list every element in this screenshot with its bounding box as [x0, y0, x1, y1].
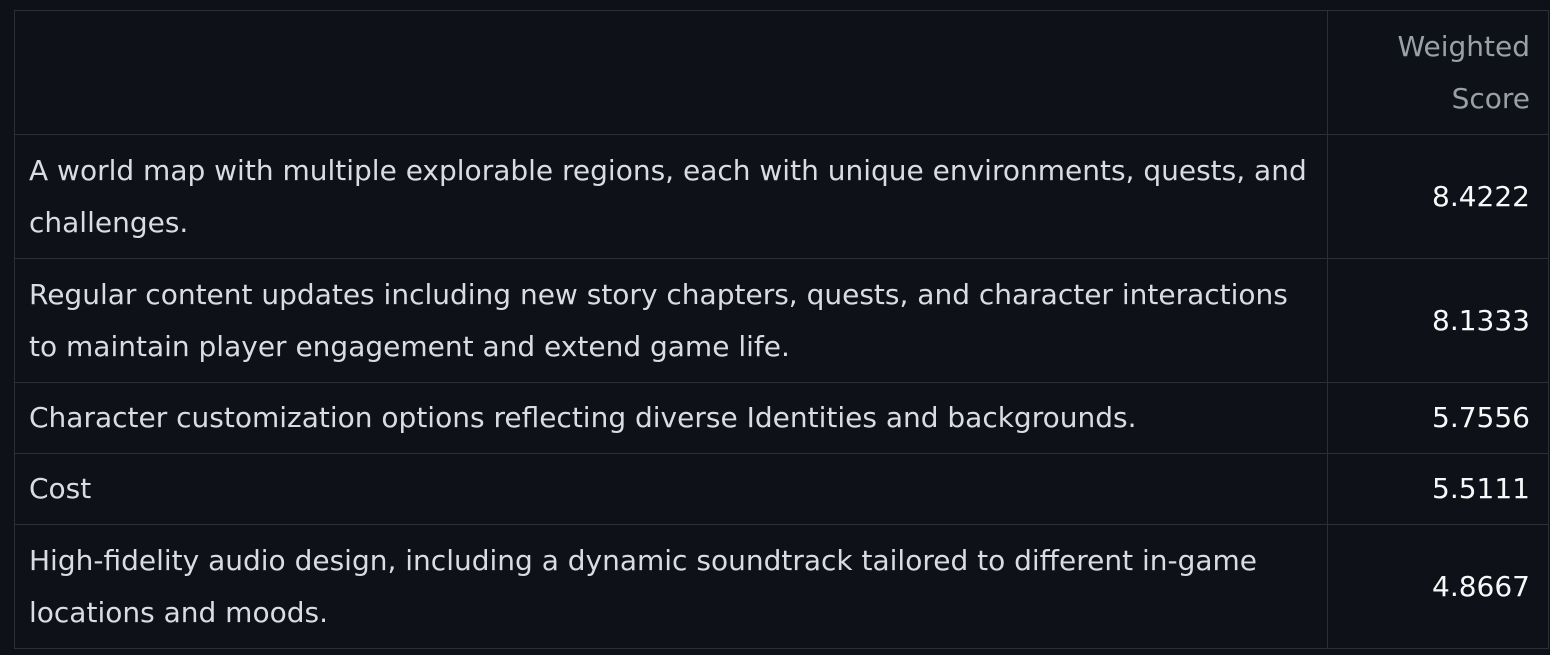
- row-label[interactable]: High-fidelity audio design, including a …: [14, 524, 1328, 649]
- row-score[interactable]: 5.5111: [1327, 453, 1549, 525]
- table-row: Cost 5.5111: [14, 453, 1549, 525]
- row-label[interactable]: A world map with multiple explorable reg…: [14, 134, 1328, 259]
- row-label[interactable]: Character customization options reflecti…: [14, 382, 1328, 454]
- table-row: High-fidelity audio design, including a …: [14, 524, 1549, 649]
- row-score[interactable]: 8.4222: [1327, 134, 1549, 259]
- table-row: Regular content updates including new st…: [14, 258, 1549, 383]
- row-score[interactable]: 4.8667: [1327, 524, 1549, 649]
- row-label[interactable]: Regular content updates including new st…: [14, 258, 1328, 383]
- row-label[interactable]: Cost: [14, 453, 1328, 525]
- row-score[interactable]: 5.7556: [1327, 382, 1549, 454]
- header-cell-weighted-score[interactable]: Weighted Score: [1327, 10, 1549, 135]
- results-table-container: Weighted Score A world map with multiple…: [14, 10, 1549, 649]
- weighted-score-table: Weighted Score A world map with multiple…: [14, 10, 1549, 649]
- table-row: Character customization options reflecti…: [14, 382, 1549, 454]
- table-header-row: Weighted Score: [14, 10, 1549, 135]
- header-cell-option[interactable]: [14, 10, 1328, 135]
- table-row: A world map with multiple explorable reg…: [14, 134, 1549, 259]
- row-score[interactable]: 8.1333: [1327, 258, 1549, 383]
